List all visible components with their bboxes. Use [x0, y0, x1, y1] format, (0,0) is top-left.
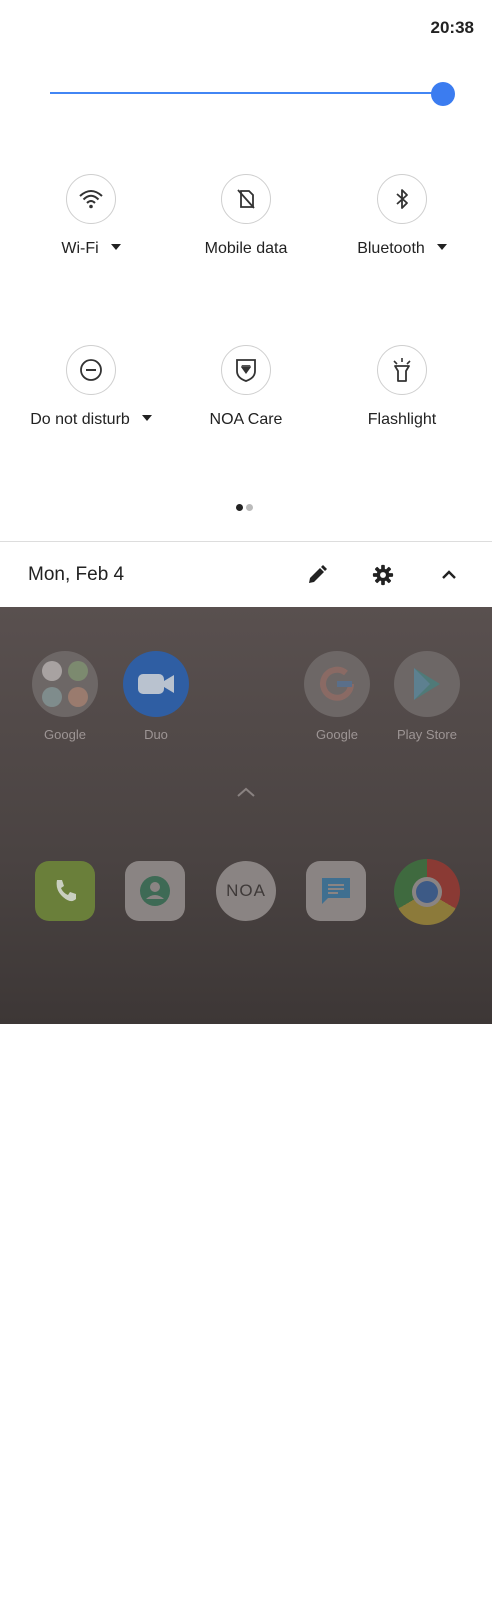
- bluetooth-icon[interactable]: [377, 174, 427, 224]
- app-duo[interactable]: Duo: [111, 651, 201, 742]
- dnd-menu-caret-icon[interactable]: [141, 414, 152, 421]
- tile-wifi-label: Wi-Fi: [61, 240, 99, 257]
- tile-mobile-data-label: Mobile data: [204, 240, 288, 257]
- app-label: Google: [44, 727, 86, 742]
- app-label: Google: [316, 727, 358, 742]
- brightness-slider-track[interactable]: [50, 92, 442, 94]
- bluetooth-menu-caret-icon[interactable]: [436, 243, 447, 250]
- app-play-store[interactable]: Play Store: [382, 651, 472, 742]
- google-folder-icon[interactable]: [32, 651, 98, 717]
- google-icon[interactable]: [304, 651, 370, 717]
- collapse-chevron-up-icon[interactable]: [436, 562, 462, 588]
- dock-noa[interactable]: NOA: [201, 861, 291, 921]
- chrome-icon[interactable]: [394, 859, 460, 925]
- tile-flashlight-label: Flashlight: [367, 411, 437, 428]
- noa-logo-text: NOA: [226, 881, 266, 900]
- app-drawer-chevron-up-icon[interactable]: [236, 785, 256, 803]
- settings-gear-icon[interactable]: [370, 562, 396, 588]
- tile-bluetooth-label: Bluetooth: [357, 240, 425, 257]
- wifi-menu-caret-icon[interactable]: [110, 243, 121, 250]
- wifi-icon[interactable]: [66, 174, 116, 224]
- flashlight-icon[interactable]: [377, 345, 427, 395]
- date-label: Mon, Feb 4: [28, 564, 125, 585]
- play-store-icon[interactable]: [394, 651, 460, 717]
- dock-chrome[interactable]: [382, 859, 472, 925]
- mobile-data-off-icon[interactable]: [221, 174, 271, 224]
- phone-icon[interactable]: [35, 861, 95, 921]
- dock-phone[interactable]: [20, 861, 110, 921]
- app-label: Play Store: [397, 727, 457, 742]
- nav-back-triangle-icon[interactable]: [372, 1581, 394, 1608]
- divider: [0, 541, 492, 542]
- tile-noa-care[interactable]: NOA Care: [164, 345, 328, 455]
- messages-icon[interactable]: [306, 861, 366, 921]
- page-dot-active: [236, 504, 243, 511]
- tile-wifi[interactable]: Wi-Fi: [9, 174, 173, 284]
- status-time: 20:38: [430, 18, 474, 37]
- tile-do-not-disturb[interactable]: Do not disturb: [9, 345, 173, 455]
- tile-flashlight[interactable]: Flashlight: [320, 345, 484, 455]
- tile-do-not-disturb-label: Do not disturb: [30, 411, 130, 428]
- noa-care-icon[interactable]: [221, 345, 271, 395]
- nav-recents-square-icon[interactable]: [100, 1583, 120, 1608]
- duo-icon[interactable]: [123, 651, 189, 717]
- app-label: Duo: [144, 727, 168, 742]
- nav-home-circle-icon[interactable]: [234, 1580, 258, 1609]
- dock-contacts[interactable]: [110, 861, 200, 921]
- brightness-slider-thumb[interactable]: [431, 82, 455, 106]
- quick-settings-panel: 20:38 Wi-Fi Mobile data Bluetooth Do not…: [0, 0, 492, 607]
- noa-icon[interactable]: NOA: [216, 861, 276, 921]
- tile-mobile-data[interactable]: Mobile data: [164, 174, 328, 284]
- edit-icon[interactable]: [304, 562, 330, 588]
- do-not-disturb-icon[interactable]: [66, 345, 116, 395]
- app-google-folder[interactable]: Google: [20, 651, 110, 742]
- dock-messages[interactable]: [291, 861, 381, 921]
- tile-noa-care-label: NOA Care: [209, 411, 283, 428]
- page-dot: [246, 504, 253, 511]
- tile-bluetooth[interactable]: Bluetooth: [320, 174, 484, 284]
- page-indicator: [236, 498, 256, 516]
- home-screen-background: Google Duo Google Play Store NOA: [0, 607, 492, 1603]
- app-google[interactable]: Google: [292, 651, 382, 742]
- contacts-icon[interactable]: [125, 861, 185, 921]
